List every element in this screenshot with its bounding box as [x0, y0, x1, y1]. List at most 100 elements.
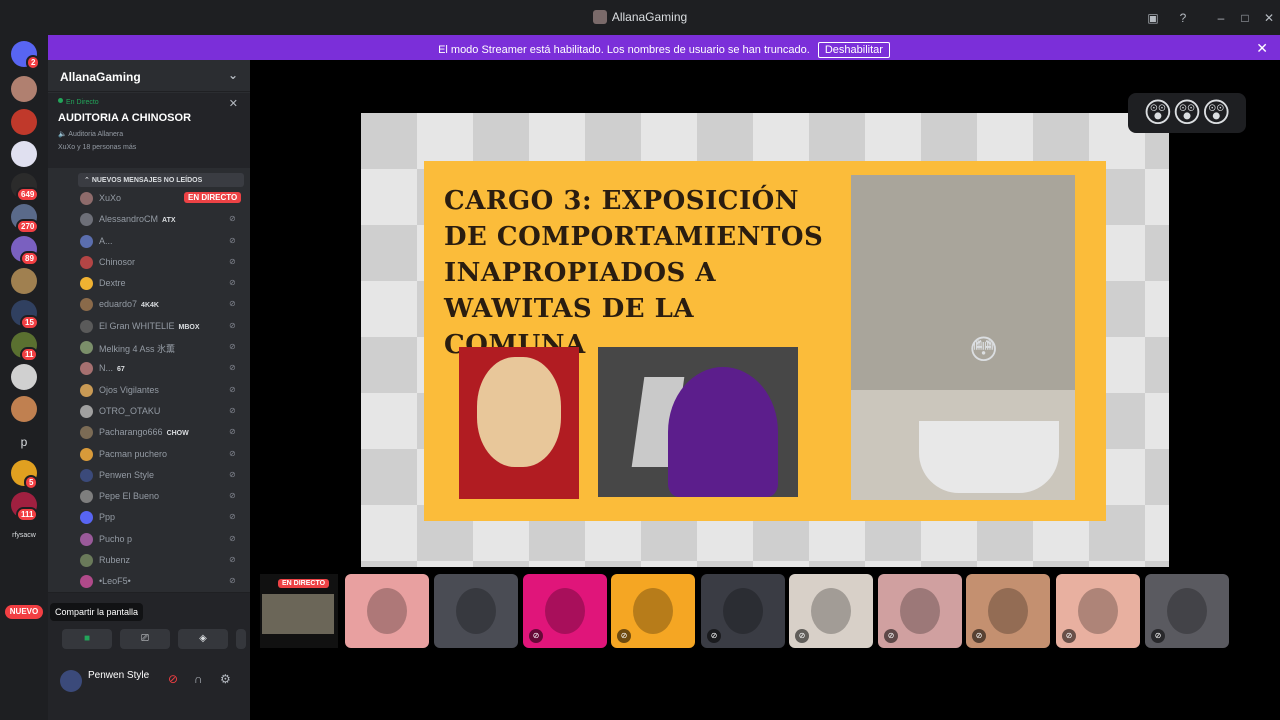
voice-member[interactable]: N... 67 ⊘ [48, 358, 250, 379]
server-icon[interactable] [11, 268, 37, 294]
participant-tile[interactable]: ⊘ [701, 574, 785, 648]
avatar [1078, 588, 1118, 634]
maximize-icon[interactable]: □ [1237, 10, 1253, 26]
help-icon[interactable]: ? [1175, 10, 1191, 26]
new-badge[interactable]: NUEVO [5, 605, 43, 619]
voice-member[interactable]: Pepe El Bueno ⊘ [48, 486, 250, 507]
member-name: Pepe El Bueno [99, 491, 160, 502]
voice-member[interactable]: XuXo EN DIRECTO [48, 188, 250, 209]
avatar [80, 277, 93, 291]
voice-member[interactable]: Dextre ⊘ [48, 273, 250, 294]
avatar [80, 383, 93, 397]
soundboard-button[interactable] [236, 629, 246, 649]
stream-thumbnail [262, 594, 334, 634]
live-stream-tile[interactable]: EN DIRECTO [260, 574, 338, 648]
avatar [900, 588, 940, 634]
participant-tile[interactable]: ⊘ [523, 574, 607, 648]
muted-icon: ⊘ [229, 342, 236, 352]
new-messages-bar[interactable]: ⌃ NUEVOS MENSAJES NO LEÍDOS [78, 173, 244, 187]
server-icon[interactable] [11, 364, 37, 390]
mute-icon[interactable]: ⊘ [168, 672, 178, 686]
voice-member-list: XuXo EN DIRECTO AlessandroCM ATX ⊘ A... ⊘ Chino… [48, 188, 250, 593]
muted-icon: ⊘ [884, 629, 898, 643]
stage-area: CARGO 3: EXPOSICIÓN DE COMPORTAMIENTOS I… [250, 60, 1280, 720]
voice-connection-panel: Compartir la pantalla ■ ⎚ ◈ [48, 592, 250, 662]
inbox-icon[interactable]: ▣ [1145, 10, 1161, 26]
participant-tile[interactable]: ⊘ [878, 574, 962, 648]
member-name: Ppp [99, 512, 116, 523]
server-icon[interactable] [11, 76, 37, 102]
server-text-icon[interactable]: rfysacw [11, 532, 37, 539]
voice-member[interactable]: AlessandroCM ATX ⊘ [48, 209, 250, 230]
voice-member[interactable]: Pacman puchero ⊘ [48, 444, 250, 465]
participant-tile[interactable]: ⊘ [1145, 574, 1229, 648]
avatar [80, 192, 93, 205]
live-badge: EN DIRECTO [278, 579, 330, 588]
disable-button[interactable]: Deshabilitar [817, 42, 890, 58]
avatar [80, 490, 93, 504]
voice-channel-name[interactable]: 🔈 Auditoria Allanera [58, 130, 240, 138]
server-icon[interactable] [11, 109, 37, 135]
home-badge: 2 [26, 55, 41, 70]
muted-icon: ⊘ [229, 533, 236, 543]
muted-icon: ⊘ [707, 629, 721, 643]
muted-icon: ⊘ [229, 384, 236, 394]
gear-icon[interactable]: ⚙ [220, 672, 231, 686]
muted-icon: ⊘ [617, 629, 631, 643]
avatar[interactable] [60, 670, 82, 692]
shared-screen[interactable]: CARGO 3: EXPOSICIÓN DE COMPORTAMIENTOS I… [361, 113, 1169, 567]
muted-icon: ⊘ [972, 629, 986, 643]
voice-member[interactable]: A... ⊘ [48, 231, 250, 252]
participant-tile[interactable]: ⊘ [611, 574, 695, 648]
voice-member[interactable]: OTRO_OTAKU ⊘ [48, 401, 250, 422]
server-name: AllanaGaming [60, 70, 141, 84]
server-icon[interactable] [11, 396, 37, 422]
slide-image-purple-figure [598, 347, 798, 497]
reaction-emojis: 😲😲😲 [1128, 93, 1246, 133]
member-name: Chinosor [99, 256, 136, 267]
member-name: •LeoF5• [99, 576, 131, 587]
server-rail: 2 649 270 89 15 11 p 5 111 rfysacw NUEVO [0, 35, 48, 720]
tooltip: Compartir la pantalla [50, 603, 144, 621]
avatar [811, 588, 851, 634]
voice-member[interactable]: Chinosor ⊘ [48, 252, 250, 273]
voice-member[interactable]: Ppp ⊘ [48, 507, 250, 528]
camera-button[interactable]: ■ [62, 629, 112, 649]
close-icon[interactable]: ✕ [1256, 40, 1268, 57]
screen-share-button[interactable]: ⎚ [120, 629, 170, 649]
voice-member[interactable]: Penwen Style ⊘ [48, 465, 250, 486]
muted-icon: ⊘ [229, 214, 236, 224]
participant-tile[interactable]: ⊘ [1056, 574, 1140, 648]
voice-member[interactable]: eduardo7 4K4K ⊘ [48, 294, 250, 315]
avatar [80, 404, 93, 418]
slide-title: CARGO 3: EXPOSICIÓN DE COMPORTAMIENTOS I… [444, 186, 824, 360]
chevron-down-icon[interactable]: ⌄ [228, 68, 238, 82]
close-icon[interactable]: ✕ [229, 97, 238, 110]
avatar [80, 255, 93, 269]
participant-tile[interactable] [345, 574, 429, 648]
participant-tile[interactable] [434, 574, 518, 648]
voice-member[interactable]: Pacharango666 CHOW ⊘ [48, 422, 250, 443]
server-letter-icon[interactable]: p [11, 435, 37, 449]
voice-member[interactable]: •LeoF5• ⊘ [48, 571, 250, 592]
avatar [545, 588, 585, 634]
participant-tile[interactable]: ⊘ [789, 574, 873, 648]
server-icon[interactable] [11, 141, 37, 167]
channel-sidebar: AllanaGaming ⌄ En Directo ✕ AUDITORIA A … [48, 60, 250, 720]
stage-title: AUDITORIA A CHINOSOR [58, 112, 192, 124]
server-badge: 89 [20, 251, 39, 266]
muted-icon: ⊘ [795, 629, 809, 643]
activities-button[interactable]: ◈ [178, 629, 228, 649]
headphones-icon[interactable]: ∩ [194, 672, 203, 686]
voice-member[interactable]: Rubenz ⊘ [48, 550, 250, 571]
title-bar: AllanaGaming ▣ ? – □ ✕ [0, 0, 1280, 35]
voice-member[interactable]: Melking 4 Ass 氷薫 ⊘ [48, 337, 250, 358]
server-header[interactable]: AllanaGaming ⌄ [48, 60, 250, 92]
voice-member[interactable]: Ojos Vigilantes ⊘ [48, 380, 250, 401]
member-name: Rubenz [99, 555, 131, 566]
participant-tile[interactable]: ⊘ [966, 574, 1050, 648]
voice-member[interactable]: Pucho p ⊘ [48, 529, 250, 550]
voice-member[interactable]: El Gran WHITELIE MBOX ⊘ [48, 316, 250, 337]
close-window-icon[interactable]: ✕ [1261, 10, 1277, 26]
minimize-icon[interactable]: – [1213, 10, 1229, 26]
